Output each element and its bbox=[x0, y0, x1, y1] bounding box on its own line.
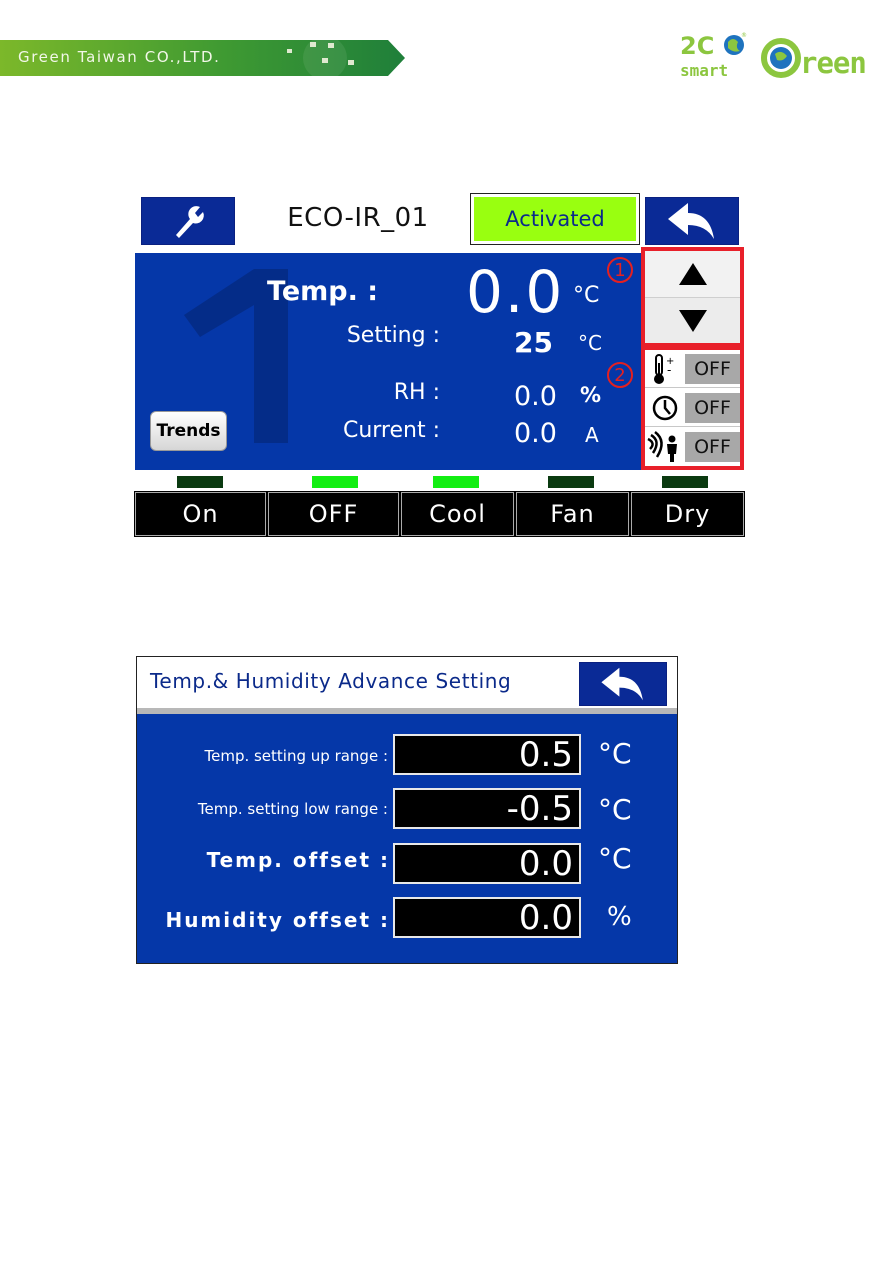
advance-back-button[interactable] bbox=[579, 662, 667, 706]
humidity-offset-input[interactable]: 0.0 bbox=[393, 897, 581, 938]
trends-button[interactable]: Trends bbox=[150, 411, 227, 451]
temp-value: 0.0 bbox=[466, 258, 565, 326]
occupancy-sensor-toggle[interactable]: OFF bbox=[645, 428, 740, 466]
rh-label: RH : bbox=[393, 380, 440, 405]
temp-low-range-input[interactable]: -0.5 bbox=[393, 788, 581, 829]
svg-text:reen: reen bbox=[800, 46, 866, 80]
temp-offset-unit: °C bbox=[598, 842, 632, 875]
company-logos: 2C smart ® reen bbox=[680, 32, 867, 80]
clock-icon bbox=[645, 390, 685, 426]
temp-offset-label: Temp. offset : bbox=[206, 848, 390, 872]
timer-toggle[interactable]: OFF bbox=[645, 389, 740, 427]
mode-button-on[interactable]: On bbox=[134, 491, 267, 537]
callout-marker-1: 1 bbox=[607, 257, 633, 283]
led-cool-mode bbox=[433, 476, 479, 488]
setting-value: 25 bbox=[514, 326, 553, 359]
svg-text:smart: smart bbox=[680, 61, 728, 80]
down-triangle-icon bbox=[678, 309, 707, 332]
led-fan-mode bbox=[548, 476, 594, 488]
temp-unit: °C bbox=[573, 283, 600, 308]
device-title: ECO-IR_01 bbox=[287, 203, 429, 233]
temp-up-range-input[interactable]: 0.5 bbox=[393, 734, 581, 775]
mode-button-off[interactable]: OFF bbox=[267, 491, 400, 537]
mode-button-fan[interactable]: Fan bbox=[515, 491, 630, 537]
up-triangle-icon bbox=[678, 263, 707, 285]
thermometer-plus-minus-icon: + - bbox=[645, 351, 685, 387]
rh-unit: % bbox=[580, 383, 602, 407]
occupancy-sensor-icon bbox=[645, 429, 685, 465]
temp-offset-input[interactable]: 0.0 bbox=[393, 843, 581, 884]
status-button[interactable]: Activated bbox=[470, 193, 640, 245]
decrease-setpoint-button[interactable] bbox=[645, 298, 740, 343]
timer-state: OFF bbox=[685, 392, 740, 423]
temp-up-range-unit: °C bbox=[598, 737, 632, 770]
humidity-offset-label: Humidity offset : bbox=[165, 908, 390, 932]
back-arrow-icon bbox=[668, 203, 714, 239]
temp-up-range-label: Temp. setting up range : bbox=[204, 747, 388, 765]
green-logo: reen bbox=[761, 38, 867, 80]
header-divider bbox=[137, 708, 677, 714]
temp-label: Temp. : bbox=[267, 276, 379, 307]
settings-button[interactable] bbox=[141, 197, 235, 245]
status-label: Activated bbox=[474, 197, 636, 241]
advance-setting-title: Temp.& Humidity Advance Setting bbox=[150, 669, 512, 693]
company-name: Green Taiwan CO.,LTD. bbox=[18, 48, 221, 66]
svg-text:-: - bbox=[667, 363, 671, 377]
increase-setpoint-button[interactable] bbox=[645, 251, 740, 298]
temp-low-range-unit: °C bbox=[598, 793, 632, 826]
humidity-offset-unit: % bbox=[607, 902, 632, 932]
callout-marker-2: 2 bbox=[607, 362, 633, 388]
temp-range-toggle[interactable]: + - OFF bbox=[645, 350, 740, 388]
current-unit: A bbox=[585, 423, 599, 447]
back-button[interactable] bbox=[645, 197, 739, 245]
rh-value: 0.0 bbox=[514, 381, 557, 412]
back-arrow-icon bbox=[601, 667, 643, 701]
eco-smart-logo: 2C smart ® bbox=[680, 32, 747, 80]
current-label: Current : bbox=[342, 418, 440, 443]
led-dry-mode bbox=[662, 476, 708, 488]
mode-button-cool[interactable]: Cool bbox=[400, 491, 515, 537]
mode-button-dry[interactable]: Dry bbox=[630, 491, 745, 537]
led-off-mode bbox=[312, 476, 358, 488]
wrench-icon bbox=[176, 206, 204, 238]
temp-low-range-label: Temp. setting low range : bbox=[197, 800, 388, 818]
temp-range-state: OFF bbox=[685, 353, 740, 384]
svg-text:®: ® bbox=[741, 32, 747, 39]
setting-label: Setting : bbox=[346, 323, 440, 348]
svg-text:2C: 2C bbox=[680, 32, 714, 60]
current-value: 0.0 bbox=[514, 418, 557, 449]
led-on-mode bbox=[177, 476, 223, 488]
svg-text:1: 1 bbox=[170, 265, 171, 266]
occupancy-sensor-state: OFF bbox=[685, 432, 740, 462]
setting-unit: °C bbox=[578, 331, 602, 355]
